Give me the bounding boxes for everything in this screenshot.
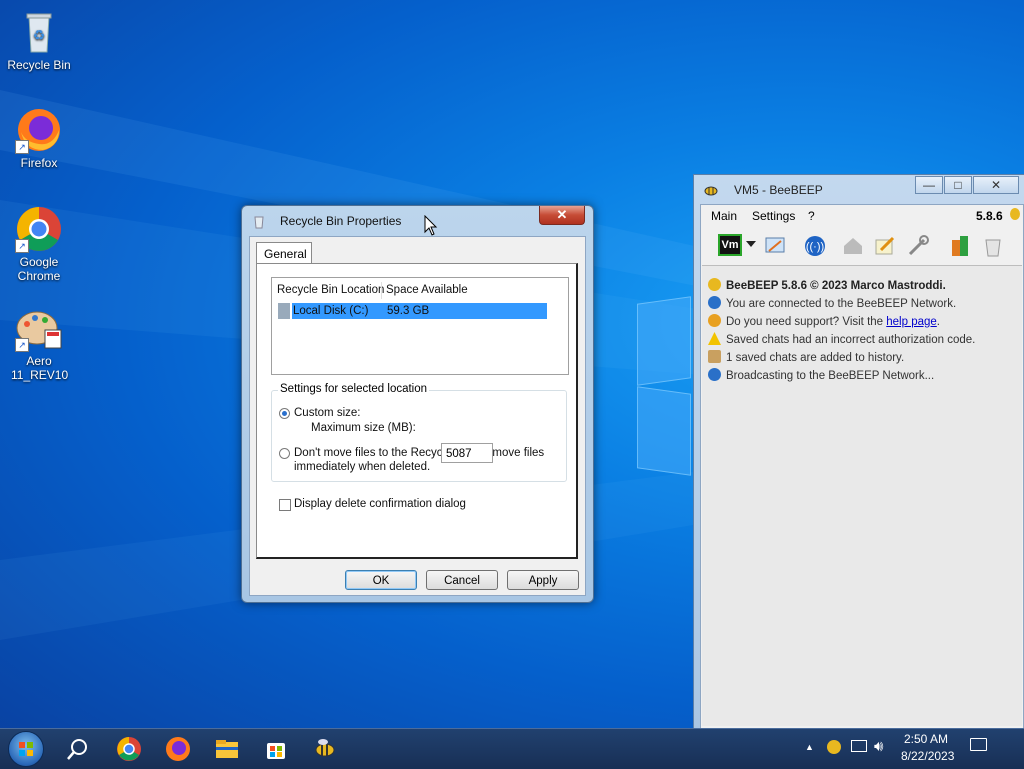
clock-time[interactable]: 2:50 AM [904,732,948,746]
shortcut-arrow-icon: ↗ [15,239,29,253]
chrome-icon[interactable] [115,735,143,763]
chevron-down-icon[interactable] [746,241,756,247]
menu-settings[interactable]: Settings [752,209,795,223]
clock-date[interactable]: 8/22/2023 [901,749,954,763]
log-line: Broadcasting to the BeeBEEP Network... [708,368,934,382]
close-button[interactable]: ✕ [973,176,1019,194]
shortcut-arrow-icon: ↗ [15,338,29,352]
menu-main[interactable]: Main [711,209,737,223]
beebeep-taskbar-icon[interactable] [311,735,339,763]
list-row-space: 59.3 GB [387,305,430,317]
column-header-location[interactable]: Recycle Bin Location [277,278,384,302]
file-explorer-icon[interactable] [213,735,241,763]
dialog-title: Recycle Bin Properties [280,214,402,228]
general-tab-panel: Recycle Bin Location Space Available Loc… [256,263,578,559]
desktop-icon-label: Google Chrome [17,255,61,283]
history-icon [708,350,721,363]
bee-icon [708,278,721,291]
update-icon[interactable] [948,234,972,258]
ok-button[interactable]: OK [345,570,417,590]
maximize-button[interactable]: □ [944,176,972,194]
beebeep-title: VM5 - BeeBEEP [734,183,823,197]
dialog-body: General Recycle Bin Location Space Avail… [249,236,586,596]
help-page-link[interactable]: help page [886,316,937,328]
paint-palette-icon: ↗ [15,304,63,352]
desktop-icon-label: Recycle Bin [7,58,71,72]
log-line: BeeBEEP 5.8.6 © 2023 Marco Mastroddi. [708,278,946,292]
mouse-cursor-icon [424,215,438,236]
network-icon[interactable]: ((·)) [803,234,827,258]
cancel-button[interactable]: Cancel [426,570,498,590]
volume-icon[interactable]: 🔊︎ [874,738,883,755]
recycle-bin-icon: ♻ [15,8,63,56]
settings-group-label: Settings for selected location [278,383,430,395]
write-icon[interactable] [873,234,897,258]
status-vm-button[interactable]: Vm [718,234,742,256]
log-line: You are connected to the BeeBEEP Network… [708,296,956,310]
custom-size-label: Custom size: [294,407,361,419]
warning-icon [708,332,721,345]
shortcut-arrow-icon: ↗ [15,140,29,154]
desktop-icon-label: Aero 11_REV10 [11,354,69,382]
minimize-button[interactable]: — [915,176,943,194]
svg-text:♻: ♻ [33,27,46,43]
network-icon [708,296,721,309]
drive-icon [278,303,290,319]
log-line: Saved chats had an incorrect authorizati… [708,332,975,346]
beebeep-tray-icon[interactable] [827,740,841,754]
desktop-icon-label: Firefox [20,156,58,170]
notifications-icon[interactable] [970,738,987,751]
desktop-icon-aero[interactable]: ↗ Aero 11_REV10 [2,304,76,382]
svg-text:((·)): ((·)) [806,241,824,253]
chrome-icon: ↗ [15,205,63,253]
custom-size-radio[interactable] [279,408,290,419]
desktop-icon-firefox[interactable]: ↗ Firefox [2,106,76,170]
delete-confirmation-label: Display delete confirmation dialog [294,498,466,510]
menu-help[interactable]: ? [808,209,815,223]
apply-button[interactable]: Apply [507,570,579,590]
column-header-space[interactable]: Space Available [386,278,468,302]
start-button[interactable] [8,731,44,767]
beebeep-window: VM5 - BeeBEEP — □ ✕ Main Settings ? 5.8.… [693,174,1024,736]
beebeep-content: Main Settings ? 5.8.6 Vm ((·)) BeeBEEP 5… [700,204,1024,731]
firefox-icon: ↗ [15,106,63,154]
firefox-icon[interactable] [164,735,192,763]
search-icon[interactable] [64,735,92,763]
store-icon[interactable] [262,735,290,763]
tools-icon[interactable] [906,234,930,258]
version-label: 5.8.6 [976,209,1003,223]
list-row-location: Local Disk (C:) [293,305,369,317]
chat-log: BeeBEEP 5.8.6 © 2023 Marco Mastroddi. Yo… [702,265,1022,726]
dont-move-label-2: immediately when deleted. [294,461,431,473]
windows-logo-pane [637,296,691,386]
tab-general[interactable]: General [256,242,312,264]
delete-confirmation-checkbox[interactable] [279,499,291,511]
network-tray-icon[interactable] [851,740,867,752]
dialog-close-button[interactable]: ✕ [539,206,585,225]
windows-logo-pane [637,386,691,476]
bee-small-icon [1010,208,1020,220]
trash-icon[interactable] [981,234,1005,258]
log-line: Do you need support? Visit the help page… [708,314,940,328]
log-line: 1 saved chats are added to history. [708,350,904,364]
broadcast-icon [708,368,721,381]
recycle-bin-location-list[interactable]: Recycle Bin Location Space Available Loc… [271,277,569,375]
desktop-icon-chrome[interactable]: ↗ Google Chrome [2,205,76,283]
recycle-bin-properties-dialog: Recycle Bin Properties ✕ General Recycle… [241,205,594,603]
windows-logo-icon [19,742,33,756]
edit-profile-icon[interactable] [763,234,787,258]
dont-move-label-1: Don't move files to the Recycle Bin. Rem… [294,447,545,459]
recycle-bin-small-icon [252,215,266,229]
home-icon[interactable] [841,234,865,258]
dont-move-radio[interactable] [279,448,290,459]
max-size-input[interactable]: 5087 [441,443,493,463]
support-icon [708,314,721,327]
show-hidden-icons-button[interactable]: ▲ [805,742,814,752]
desktop-icon-recycle-bin[interactable]: ♻ Recycle Bin [2,8,76,72]
taskbar: ▲ 🔊︎ 2:50 AM 8/22/2023 [0,728,1024,769]
max-size-label: Maximum size (MB): [311,422,416,434]
bee-logo-icon [703,183,719,197]
